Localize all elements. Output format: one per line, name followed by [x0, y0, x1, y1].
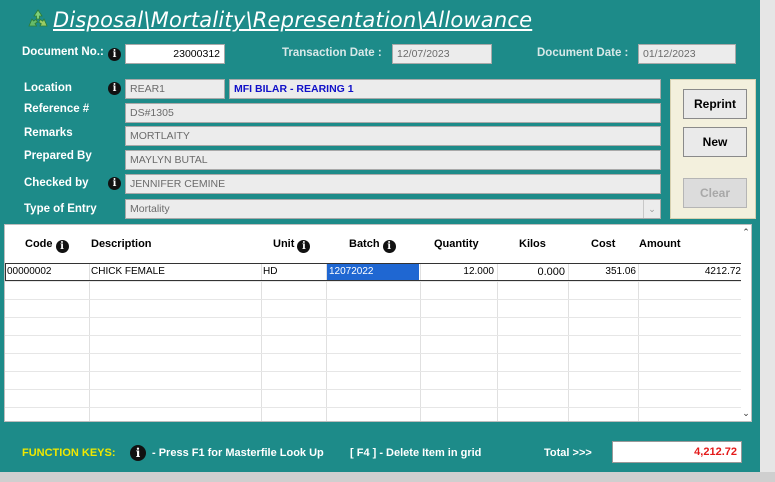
- window-title: Disposal\Mortality\Representation\Allowa…: [53, 8, 533, 32]
- document-no-field[interactable]: 23000312: [125, 44, 225, 64]
- column-header-cost[interactable]: Cost: [591, 225, 615, 263]
- column-header-unit[interactable]: Unit i: [273, 225, 311, 263]
- transaction-date-field[interactable]: 12/07/2023: [392, 44, 492, 64]
- prepared-by-label: Prepared By: [24, 150, 92, 162]
- column-header-batch[interactable]: Batch i: [349, 225, 396, 263]
- checked-by-label: Checked by: [24, 177, 89, 189]
- grid-vertical-scrollbar[interactable]: ⌃ ⌄: [741, 225, 751, 421]
- location-name-field: MFI BILAR - REARING 1: [229, 79, 661, 99]
- info-icon[interactable]: i: [382, 240, 396, 253]
- f4-hint: [ F4 ] - Delete Item in grid: [350, 447, 482, 459]
- type-of-entry-select[interactable]: Mortality ⌄: [125, 199, 661, 219]
- document-date-field[interactable]: 01/12/2023: [638, 44, 736, 64]
- scroll-down-icon[interactable]: ⌄: [741, 408, 751, 419]
- type-of-entry-label: Type of Entry: [24, 203, 97, 215]
- desktop-background-bottom: [0, 472, 775, 482]
- items-grid[interactable]: Code i Description Unit i Batch i Quanti…: [4, 224, 752, 422]
- function-keys-label: FUNCTION KEYS:: [22, 447, 116, 459]
- reference-label: Reference #: [24, 103, 90, 115]
- info-icon[interactable]: i: [108, 82, 121, 95]
- document-no-label: Document No.:: [22, 46, 104, 58]
- document-date-label: Document Date :: [537, 47, 629, 59]
- prepared-by-field[interactable]: MAYLYN BUTAL: [125, 150, 661, 170]
- column-header-code[interactable]: Code i: [25, 225, 69, 263]
- type-of-entry-value: Mortality: [130, 203, 170, 215]
- scroll-up-icon[interactable]: ⌃: [741, 227, 751, 238]
- column-header-quantity[interactable]: Quantity: [434, 225, 479, 263]
- info-icon[interactable]: i: [108, 177, 121, 190]
- reprint-button[interactable]: Reprint: [683, 89, 747, 119]
- total-label: Total >>>: [544, 447, 592, 459]
- column-header-description[interactable]: Description: [91, 225, 152, 263]
- column-header-amount[interactable]: Amount: [639, 225, 681, 263]
- column-header-kilos[interactable]: Kilos: [519, 225, 546, 263]
- info-icon[interactable]: i: [108, 48, 121, 61]
- transaction-date-label: Transaction Date :: [282, 47, 382, 59]
- reference-field[interactable]: DS#1305: [125, 103, 661, 123]
- desktop-background: [760, 0, 775, 482]
- main-window: Disposal\Mortality\Representation\Allowa…: [0, 0, 760, 482]
- total-field: 4,212.72: [612, 441, 742, 463]
- cell-batch-selected[interactable]: 12072022: [327, 264, 419, 280]
- action-button-panel: Reprint New Clear: [670, 79, 756, 219]
- new-button[interactable]: New: [683, 127, 747, 157]
- location-label: Location: [24, 82, 72, 94]
- location-code-field[interactable]: REAR1: [125, 79, 225, 99]
- grid-header: Code i Description Unit i Batch i Quanti…: [5, 225, 743, 263]
- remarks-label: Remarks: [24, 127, 73, 139]
- window-title-bar: Disposal\Mortality\Representation\Allowa…: [26, 6, 532, 34]
- info-icon: i: [130, 445, 146, 461]
- clear-button: Clear: [683, 178, 747, 208]
- info-icon[interactable]: i: [55, 240, 69, 253]
- checked-by-field[interactable]: JENNIFER CEMINE: [125, 174, 661, 194]
- chevron-down-icon[interactable]: ⌄: [643, 200, 660, 218]
- info-icon[interactable]: i: [297, 240, 311, 253]
- f1-hint: - Press F1 for Masterfile Look Up: [152, 447, 324, 459]
- recycle-icon: [28, 9, 48, 27]
- remarks-field[interactable]: MORTLAITY: [125, 126, 661, 146]
